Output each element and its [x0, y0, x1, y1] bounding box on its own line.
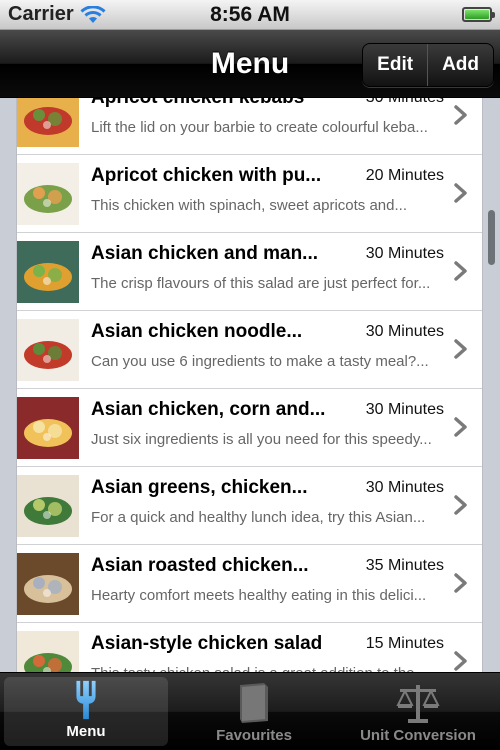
recipe-title: Asian greens, chicken... — [91, 477, 308, 498]
recipe-thumbnail — [17, 631, 79, 672]
nav-button-group: Edit Add — [362, 43, 494, 87]
fork-icon — [76, 680, 96, 720]
recipe-thumbnail — [17, 241, 79, 303]
tab-unit-conversion-label: Unit Conversion — [360, 727, 476, 744]
recipe-row[interactable]: Asian greens, chicken... 30 Minutes For … — [17, 467, 482, 545]
recipe-description: Can you use 6 ingredients to make a tast… — [91, 353, 429, 370]
recipe-description: This tasty chicken salad is a great addi… — [91, 665, 453, 672]
recipe-thumbnail — [17, 98, 79, 147]
recipe-description: Just six ingredients is all you need for… — [91, 431, 432, 448]
chevron-right-icon — [454, 417, 467, 437]
book-icon — [240, 683, 268, 723]
recipe-title: Asian roasted chicken... — [91, 555, 309, 576]
recipe-time: 20 Minutes — [365, 167, 444, 184]
recipe-row[interactable]: Asian roasted chicken... 35 Minutes Hear… — [17, 545, 482, 623]
tab-unit-conversion[interactable]: Unit Conversion — [336, 673, 500, 750]
recipe-list-group: Apricot chicken kebabs 30 Minutes Lift t… — [16, 98, 483, 672]
recipe-description: Hearty comfort meets healthy eating in t… — [91, 587, 427, 604]
recipe-time: 30 Minutes — [366, 98, 444, 107]
recipe-description: This chicken with spinach, sweet apricot… — [91, 197, 407, 214]
chevron-right-icon — [454, 495, 467, 515]
recipe-time: 35 Minutes — [365, 557, 444, 574]
status-bar: Carrier 8:56 AM — [0, 0, 500, 30]
recipe-title: Asian-style chicken salad — [91, 633, 323, 654]
recipe-time: 30 Minutes — [365, 401, 444, 418]
recipe-time: 30 Minutes — [365, 479, 444, 496]
tab-bar: Menu Favourites Unit Conversion — [0, 672, 500, 750]
recipe-description: Lift the lid on your barbie to create co… — [91, 119, 428, 136]
recipe-title: Asian chicken noodle... — [91, 321, 303, 342]
recipe-row[interactable]: Asian chicken and man... 30 Minutes The … — [17, 233, 482, 311]
edit-button[interactable]: Edit — [363, 44, 427, 86]
scale-icon — [396, 685, 440, 723]
recipe-row[interactable]: Apricot chicken kebabs 30 Minutes Lift t… — [17, 98, 482, 155]
recipe-time: 30 Minutes — [365, 245, 444, 262]
battery-icon — [462, 7, 495, 22]
recipe-row[interactable]: Asian chicken, corn and... 30 Minutes Ju… — [17, 389, 482, 467]
recipe-title: Apricot chicken with pu... — [91, 165, 322, 186]
wifi-icon — [80, 5, 106, 23]
chevron-right-icon — [454, 261, 467, 281]
tab-favourites-label: Favourites — [216, 727, 292, 744]
recipe-thumbnail — [17, 553, 79, 615]
recipe-thumbnail — [17, 475, 79, 537]
recipe-description: The crisp flavours of this salad are jus… — [91, 275, 431, 292]
recipe-title: Asian chicken and man... — [91, 243, 319, 264]
recipe-row[interactable]: Apricot chicken with pu... 20 Minutes Th… — [17, 155, 482, 233]
carrier-label: Carrier — [8, 3, 74, 25]
tab-menu[interactable]: Menu — [4, 677, 168, 746]
chevron-right-icon — [454, 339, 467, 359]
recipe-title: Apricot chicken kebabs — [91, 98, 351, 109]
recipe-row[interactable]: Asian-style chicken salad 15 Minutes Thi… — [17, 623, 482, 672]
recipe-description: For a quick and healthy lunch idea, try … — [91, 509, 426, 526]
status-left: Carrier — [8, 3, 106, 26]
recipe-time: 15 Minutes — [365, 635, 444, 652]
recipe-time: 30 Minutes — [365, 323, 444, 340]
recipe-row[interactable]: Asian chicken noodle... 30 Minutes Can y… — [17, 311, 482, 389]
navigation-bar: Menu Edit Add — [0, 30, 500, 98]
recipe-list[interactable]: Apricot chicken kebabs 30 Minutes Lift t… — [0, 98, 500, 672]
recipe-thumbnail — [17, 397, 79, 459]
recipe-thumbnail — [17, 163, 79, 225]
tab-favourites[interactable]: Favourites — [172, 673, 336, 750]
add-button[interactable]: Add — [427, 44, 493, 86]
chevron-right-icon — [454, 105, 467, 125]
chevron-right-icon — [454, 183, 467, 203]
tab-menu-label: Menu — [66, 723, 106, 740]
chevron-right-icon — [454, 573, 467, 593]
scrollbar[interactable] — [488, 210, 495, 265]
recipe-thumbnail — [17, 319, 79, 381]
recipe-title: Asian chicken, corn and... — [91, 399, 326, 420]
chevron-right-icon — [454, 651, 467, 671]
